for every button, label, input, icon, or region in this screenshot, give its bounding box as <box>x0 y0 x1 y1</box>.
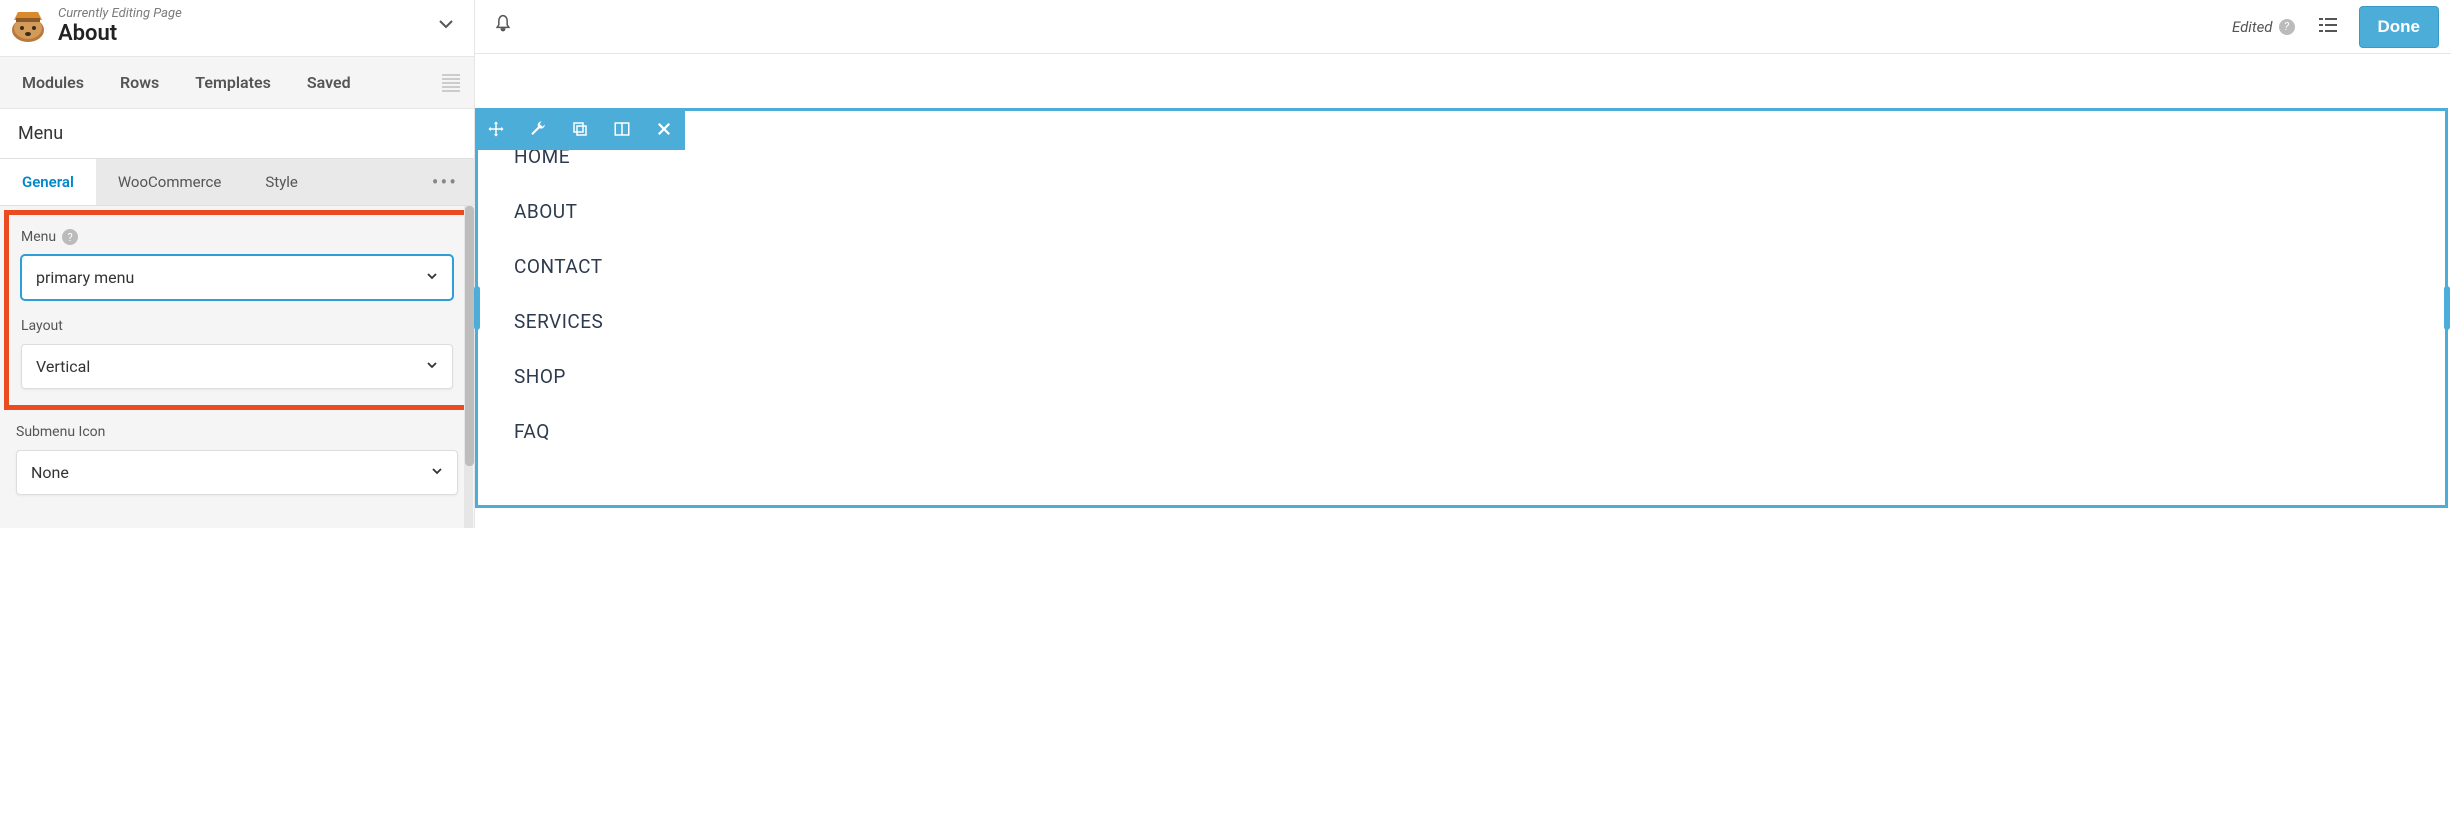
tab-rows[interactable]: Rows <box>102 57 177 108</box>
settings-tabs: General WooCommerce Style ••• <box>0 158 474 206</box>
layout-select[interactable]: Vertical <box>21 344 453 389</box>
header-text-block: Currently Editing Page About <box>58 6 432 46</box>
block-toolbar <box>475 108 685 150</box>
chevron-down-icon[interactable] <box>432 10 460 43</box>
header-supertext: Currently Editing Page <box>58 6 432 21</box>
module-title: Menu <box>0 109 474 158</box>
menu-item-contact[interactable]: CONTACT <box>514 239 2409 294</box>
settings-scroll-area: Menu ? primary menu Layout Vertical Subm… <box>0 206 474 528</box>
menu-select-value: primary menu <box>36 268 134 287</box>
tab-general[interactable]: General <box>0 159 96 205</box>
move-icon[interactable] <box>475 108 517 150</box>
menu-item-shop[interactable]: SHOP <box>514 349 2409 404</box>
tab-templates[interactable]: Templates <box>177 57 289 108</box>
menu-list: HOME ABOUT CONTACT SERVICES SHOP FAQ <box>478 125 2445 463</box>
menu-field-label: Menu ? <box>21 229 453 245</box>
scrollbar-thumb[interactable] <box>465 206 474 466</box>
layout-field-label: Layout <box>21 318 453 334</box>
close-icon[interactable] <box>643 108 685 150</box>
menu-field-row: Menu ? primary menu <box>21 229 453 300</box>
preview-area: Edited ? Done HOME ABOUT CONTACT SERVICE… <box>475 0 2451 528</box>
layout-field-row: Layout Vertical <box>21 318 453 389</box>
tab-style[interactable]: Style <box>243 159 320 205</box>
help-icon[interactable]: ? <box>2279 19 2295 35</box>
layout-select-value: Vertical <box>36 357 90 376</box>
page-title: About <box>58 21 432 46</box>
drag-handle-icon[interactable] <box>442 74 460 92</box>
menu-label-text: Menu <box>21 229 56 245</box>
highlighted-fields: Menu ? primary menu Layout Vertical <box>4 210 470 410</box>
edited-status: Edited ? <box>2232 18 2295 36</box>
done-button[interactable]: Done <box>2359 6 2440 48</box>
resize-handle-left[interactable] <box>474 286 480 330</box>
settings-panel: Currently Editing Page About Modules Row… <box>0 0 475 528</box>
chevron-down-icon <box>426 359 438 375</box>
edited-text: Edited <box>2232 18 2273 36</box>
more-icon[interactable]: ••• <box>432 170 458 194</box>
tab-woocommerce[interactable]: WooCommerce <box>96 159 244 205</box>
tab-modules[interactable]: Modules <box>4 57 102 108</box>
chevron-down-icon <box>426 270 438 286</box>
menu-item-about[interactable]: ABOUT <box>514 184 2409 239</box>
columns-icon[interactable] <box>601 108 643 150</box>
menu-item-services[interactable]: SERVICES <box>514 294 2409 349</box>
app-logo <box>8 8 48 44</box>
primary-tabs: Modules Rows Templates Saved <box>0 57 474 109</box>
preview-canvas: HOME ABOUT CONTACT SERVICES SHOP FAQ <box>475 54 2451 528</box>
resize-handle-right[interactable] <box>2444 286 2450 330</box>
panel-header: Currently Editing Page About <box>0 0 474 57</box>
menu-module-block[interactable]: HOME ABOUT CONTACT SERVICES SHOP FAQ <box>475 108 2448 508</box>
menu-item-faq[interactable]: FAQ <box>514 404 2409 459</box>
wrench-icon[interactable] <box>517 108 559 150</box>
duplicate-icon[interactable] <box>559 108 601 150</box>
notifications-icon[interactable] <box>487 8 519 45</box>
chevron-down-icon <box>431 465 443 481</box>
submenu-field-label: Submenu Icon <box>16 424 458 440</box>
menu-select[interactable]: primary menu <box>21 255 453 300</box>
submenu-select-value: None <box>31 463 69 482</box>
outline-icon[interactable] <box>2311 10 2345 44</box>
menu-item-home[interactable]: HOME <box>514 129 2409 184</box>
tab-saved[interactable]: Saved <box>289 57 369 108</box>
submenu-field-row: Submenu Icon None <box>16 424 458 495</box>
remaining-fields: Submenu Icon None <box>0 410 474 527</box>
submenu-select[interactable]: None <box>16 450 458 495</box>
help-icon[interactable]: ? <box>62 229 78 245</box>
top-bar: Edited ? Done <box>475 0 2451 54</box>
